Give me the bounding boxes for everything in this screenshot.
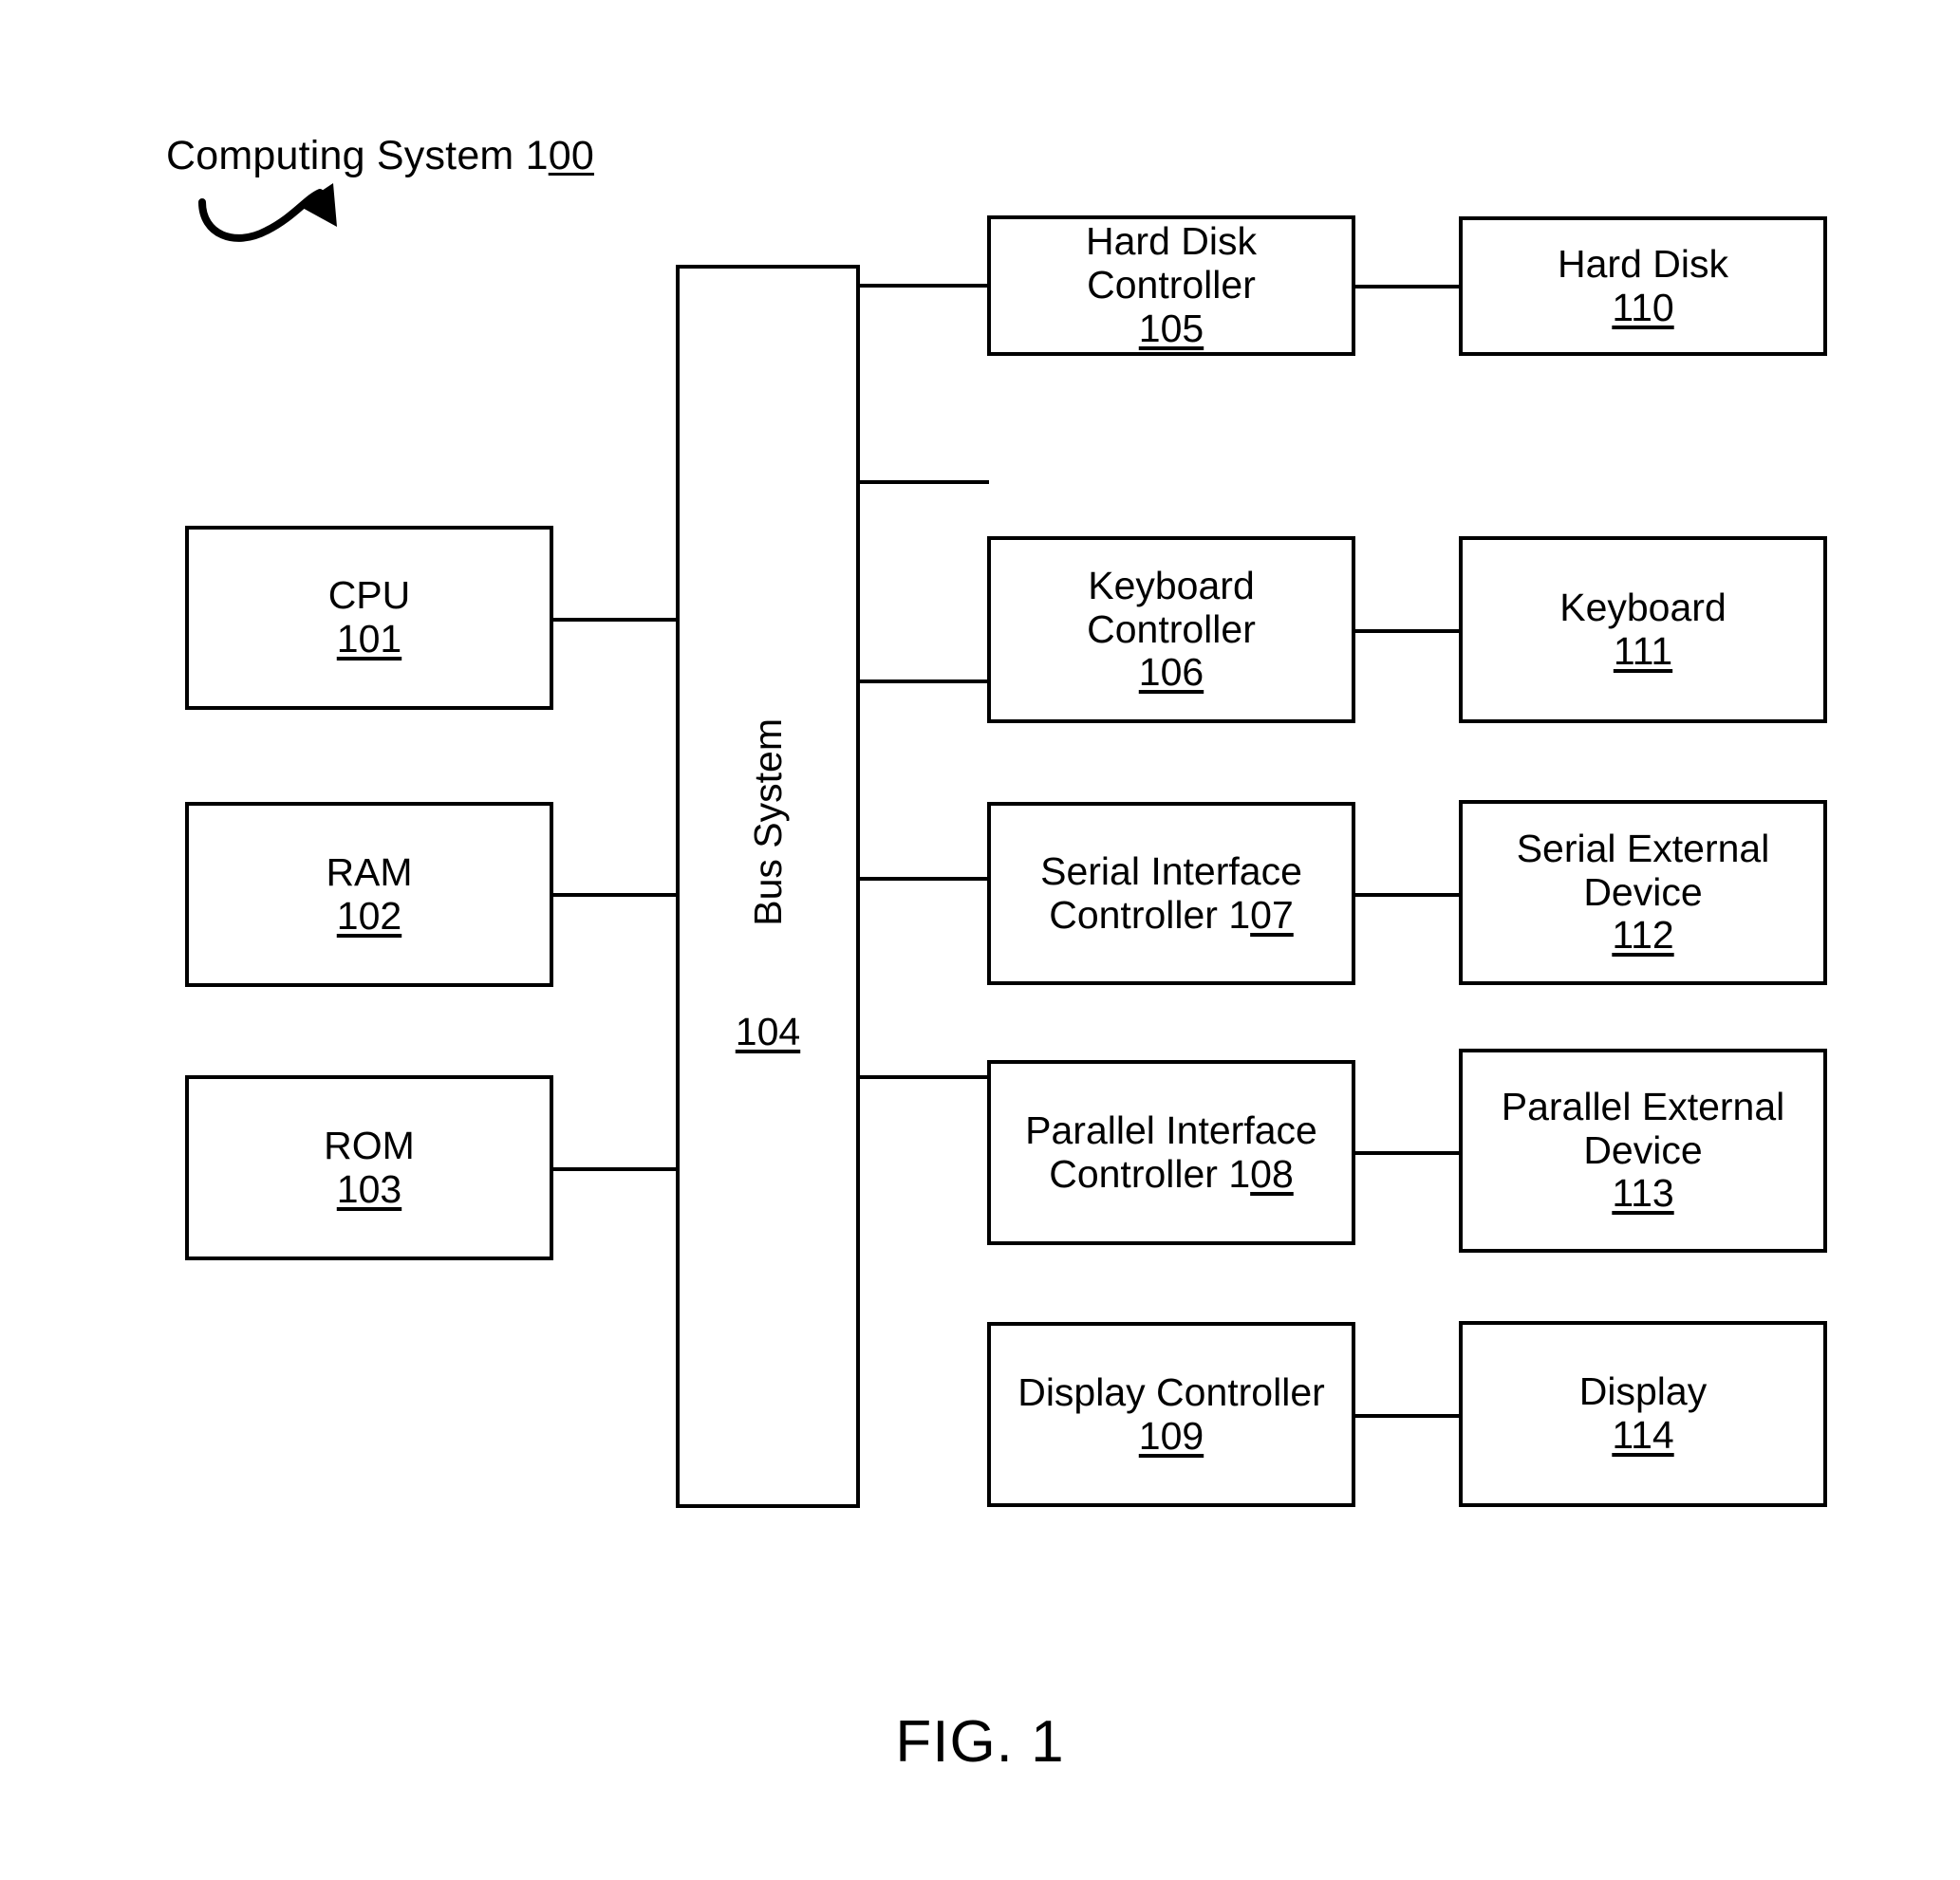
node-parallel-external-device-line2: Device xyxy=(1583,1127,1703,1172)
node-display-controller[interactable]: Display Controller 109 xyxy=(987,1322,1355,1507)
connector-keyboard-controller-keyboard xyxy=(1353,629,1461,633)
connector-bus-serial-interface-controller xyxy=(856,679,989,683)
connector-bus-display-controller xyxy=(856,1075,989,1079)
node-serial-interface-controller-line2: Controller 107 xyxy=(1049,892,1294,938)
node-cpu-number: 101 xyxy=(336,617,402,661)
node-keyboard-controller-number: 106 xyxy=(1138,650,1204,695)
connector-ram-bus xyxy=(553,893,678,897)
connector-bus-parallel-interface-controller xyxy=(856,877,989,881)
node-serial-interface-controller-line2-text: Controller 1 xyxy=(1049,892,1251,937)
node-rom-number: 103 xyxy=(336,1166,402,1211)
connector-bus-hard-disk-controller xyxy=(856,284,989,288)
node-parallel-interface-controller-line2: Controller 108 xyxy=(1049,1151,1294,1197)
node-ram[interactable]: RAM 102 xyxy=(185,802,553,987)
node-parallel-external-device[interactable]: Parallel External Device 113 xyxy=(1459,1049,1827,1253)
node-parallel-external-device-number: 113 xyxy=(1612,1171,1674,1216)
node-keyboard-line1: Keyboard xyxy=(1559,585,1727,629)
node-ram-number: 102 xyxy=(336,893,402,938)
node-display-controller-number: 109 xyxy=(1138,1413,1204,1458)
node-bus-system[interactable]: Bus System 104 xyxy=(676,265,860,1508)
node-cpu-label: CPU xyxy=(327,573,411,618)
figure-title: Computing System 100 xyxy=(166,133,594,179)
connector-parallel-interface-controller-parallel-external-device xyxy=(1353,1151,1461,1155)
node-hard-disk[interactable]: Hard Disk 110 xyxy=(1459,216,1827,356)
curved-arrow-icon xyxy=(195,176,346,256)
connector-display-controller-display xyxy=(1353,1414,1461,1418)
connector-rom-bus xyxy=(553,1167,678,1171)
node-rom-label: ROM xyxy=(324,1123,415,1167)
node-keyboard-controller-line1: Keyboard xyxy=(1088,563,1255,607)
node-hard-disk-controller-line1: Hard Disk xyxy=(1086,219,1257,264)
connector-bus-keyboard-controller xyxy=(856,480,989,484)
node-display-number: 114 xyxy=(1612,1413,1674,1457)
node-serial-interface-controller-number: 07 xyxy=(1250,892,1294,937)
node-parallel-interface-controller[interactable]: Parallel Interface Controller 108 xyxy=(987,1060,1355,1245)
figure-canvas: Computing System 100 CPU 101 RAM 102 ROM… xyxy=(0,0,1960,1880)
node-hard-disk-controller-line2: Controller xyxy=(1087,263,1256,307)
node-serial-external-device[interactable]: Serial External Device 112 xyxy=(1459,800,1827,985)
node-hard-disk-line1: Hard Disk xyxy=(1558,241,1728,286)
node-serial-interface-controller-line1: Serial Interface xyxy=(1040,848,1302,893)
node-display-line1: Display xyxy=(1578,1369,1708,1414)
node-serial-external-device-number: 112 xyxy=(1612,913,1674,958)
node-rom[interactable]: ROM 103 xyxy=(185,1075,553,1260)
figure-title-text: Computing System 1 xyxy=(166,133,549,178)
node-ram-label: RAM xyxy=(326,849,413,894)
node-parallel-interface-controller-number: 08 xyxy=(1250,1151,1294,1196)
figure-caption: FIG. 1 xyxy=(895,1709,1065,1775)
node-keyboard-controller[interactable]: Keyboard Controller 106 xyxy=(987,536,1355,723)
node-serial-interface-controller[interactable]: Serial Interface Controller 107 xyxy=(987,802,1355,985)
node-serial-external-device-line1: Serial External xyxy=(1516,826,1770,870)
node-bus-system-label: Bus System xyxy=(745,718,790,926)
node-bus-system-number: 104 xyxy=(735,1009,801,1053)
node-parallel-interface-controller-line2-text: Controller 1 xyxy=(1049,1151,1251,1196)
node-display-controller-line1: Display Controller xyxy=(1017,1369,1325,1414)
node-keyboard-number: 111 xyxy=(1613,628,1673,673)
figure-title-number: 00 xyxy=(548,133,594,178)
node-hard-disk-controller[interactable]: Hard Disk Controller 105 xyxy=(987,215,1355,356)
node-cpu[interactable]: CPU 101 xyxy=(185,526,553,710)
node-serial-external-device-line2: Device xyxy=(1583,869,1703,914)
connector-serial-interface-controller-serial-external-device xyxy=(1353,893,1461,897)
node-keyboard[interactable]: Keyboard 111 xyxy=(1459,536,1827,723)
node-display[interactable]: Display 114 xyxy=(1459,1321,1827,1507)
node-keyboard-controller-line2: Controller xyxy=(1087,606,1256,651)
node-hard-disk-controller-number: 105 xyxy=(1138,306,1204,350)
node-parallel-external-device-line1: Parallel External xyxy=(1501,1084,1785,1128)
connector-hard-disk-controller-hard-disk xyxy=(1353,285,1461,289)
connector-cpu-bus xyxy=(553,618,678,622)
node-parallel-interface-controller-line1: Parallel Interface xyxy=(1025,1108,1317,1152)
node-hard-disk-number: 110 xyxy=(1612,285,1674,329)
